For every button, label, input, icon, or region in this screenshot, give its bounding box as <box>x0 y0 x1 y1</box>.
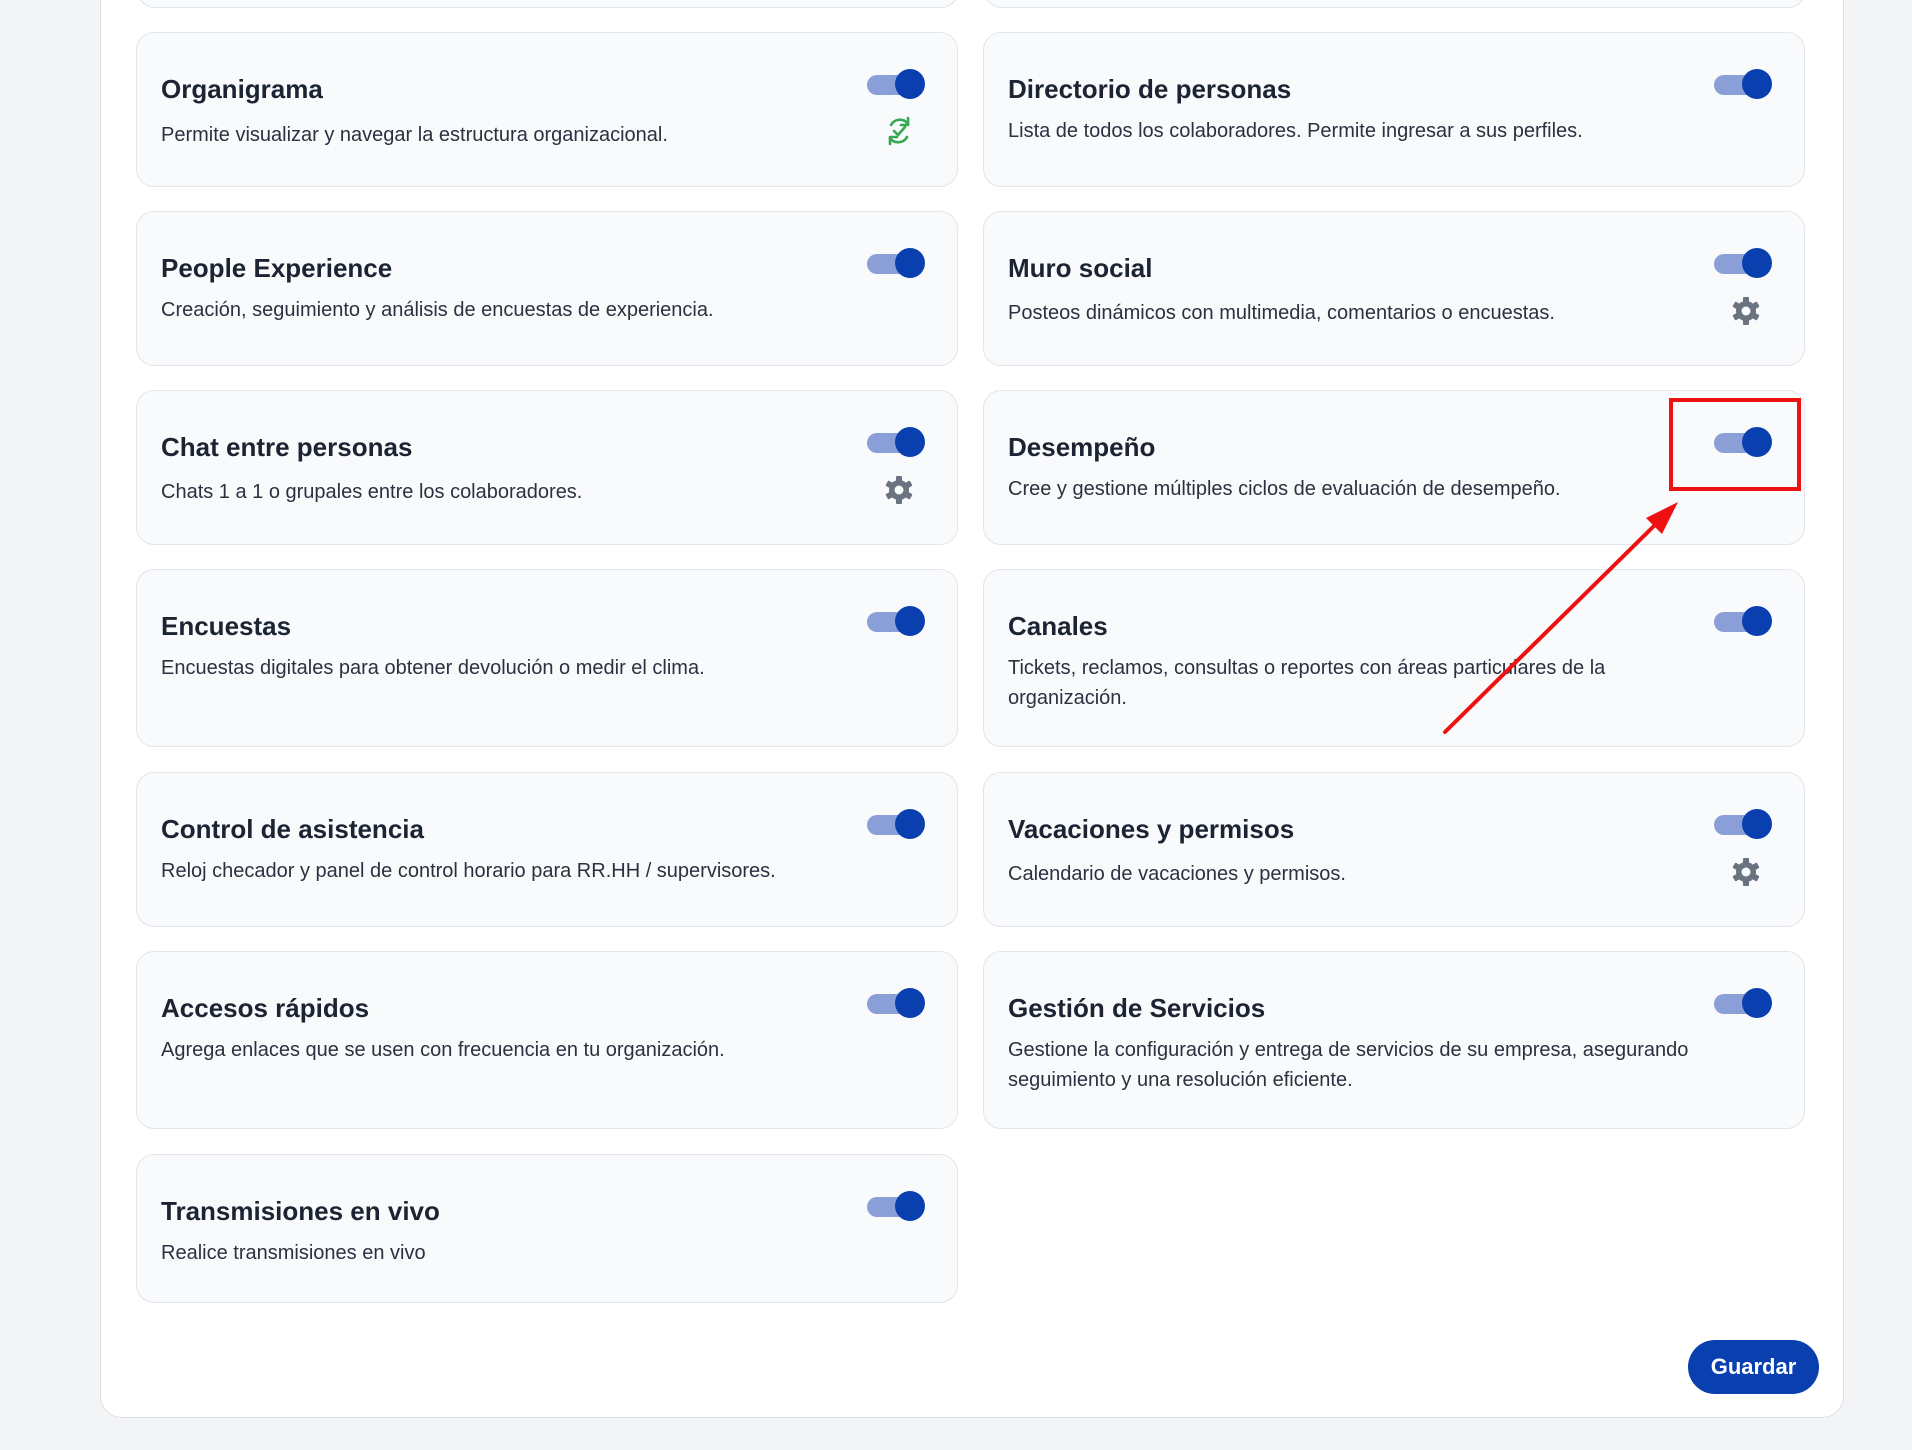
sync-check-icon[interactable] <box>883 115 915 147</box>
module-card-transmisiones: Transmisiones en vivo Realice transmisio… <box>136 1154 958 1303</box>
module-title: Muro social <box>1008 253 1153 283</box>
module-title: Organigrama <box>161 74 323 104</box>
module-description: Tickets, reclamos, consultas o reportes … <box>1008 657 1606 709</box>
module-description: Creación, seguimiento y análisis de encu… <box>161 299 714 321</box>
module-toggle[interactable] <box>1714 606 1772 636</box>
module-title: Control de asistencia <box>161 814 424 844</box>
module-description: Encuestas digitales para obtener devoluc… <box>161 657 705 679</box>
module-toggle[interactable] <box>1714 988 1772 1018</box>
module-card-directorio: Directorio de personas Lista de todos lo… <box>983 32 1805 187</box>
module-title: Accesos rápidos <box>161 993 370 1023</box>
module-card-organigrama: Organigrama Permite visualizar y navegar… <box>136 32 958 187</box>
module-card-chat: Chat entre personas Chats 1 a 1 o grupal… <box>136 390 958 545</box>
module-toggle[interactable] <box>867 809 925 839</box>
module-card-partial <box>137 0 959 8</box>
module-toggle[interactable] <box>867 988 925 1018</box>
module-toggle[interactable] <box>867 69 925 99</box>
module-title: Chat entre personas <box>161 432 413 462</box>
module-toggle[interactable] <box>1714 69 1772 99</box>
module-title: Canales <box>1008 611 1108 641</box>
module-card-gestion-servicios: Gestión de Servicios Gestione la configu… <box>983 951 1805 1129</box>
module-card-encuestas: Encuestas Encuestas digitales para obten… <box>136 569 958 747</box>
module-title: Gestión de Servicios <box>1008 993 1266 1023</box>
module-toggle[interactable] <box>867 248 925 278</box>
module-description: Realice transmisiones en vivo <box>161 1242 426 1264</box>
module-toggle[interactable] <box>1714 248 1772 278</box>
module-toggle[interactable] <box>867 427 925 457</box>
save-button[interactable]: Guardar <box>1688 1340 1819 1394</box>
module-card-vacaciones: Vacaciones y permisos Calendario de vaca… <box>983 772 1805 927</box>
module-toggle[interactable] <box>1714 427 1772 457</box>
module-card-accesos-rapidos: Accesos rápidos Agrega enlaces que se us… <box>136 951 958 1129</box>
module-title: Desempeño <box>1008 432 1156 462</box>
module-toggle[interactable] <box>867 606 925 636</box>
module-title: Directorio de personas <box>1008 74 1292 104</box>
module-title: Vacaciones y permisos <box>1008 814 1295 844</box>
module-toggle[interactable] <box>867 1191 925 1221</box>
module-title: People Experience <box>161 253 393 283</box>
module-description: Posteos dinámicos con multimedia, coment… <box>1008 302 1555 324</box>
module-card-people-experience: People Experience Creación, seguimiento … <box>136 211 958 366</box>
module-title: Transmisiones en vivo <box>161 1196 440 1226</box>
module-description: Agrega enlaces que se usen con frecuenci… <box>161 1039 725 1061</box>
module-card-control-asistencia: Control de asistencia Reloj checador y p… <box>136 772 958 927</box>
gear-icon[interactable] <box>883 474 915 506</box>
gear-icon[interactable] <box>1730 856 1762 888</box>
module-description: Permite visualizar y navegar la estructu… <box>161 124 668 146</box>
module-card-desempeno: Desempeño Cree y gestione múltiples cicl… <box>983 390 1805 545</box>
module-description: Cree y gestione múltiples ciclos de eval… <box>1008 478 1561 500</box>
module-description: Lista de todos los colaboradores. Permit… <box>1008 120 1583 142</box>
gear-icon[interactable] <box>1730 295 1762 327</box>
module-description: Chats 1 a 1 o grupales entre los colabor… <box>161 481 583 503</box>
module-card-canales: Canales Tickets, reclamos, consultas o r… <box>983 569 1805 747</box>
module-card-partial <box>984 0 1806 8</box>
module-toggle[interactable] <box>1714 809 1772 839</box>
module-description: Gestione la configuración y entrega de s… <box>1008 1039 1689 1091</box>
module-title: Encuestas <box>161 611 292 641</box>
module-card-muro-social: Muro social Posteos dinámicos con multim… <box>983 211 1805 366</box>
module-description: Reloj checador y panel de control horari… <box>161 860 776 882</box>
module-description: Calendario de vacaciones y permisos. <box>1008 863 1346 885</box>
